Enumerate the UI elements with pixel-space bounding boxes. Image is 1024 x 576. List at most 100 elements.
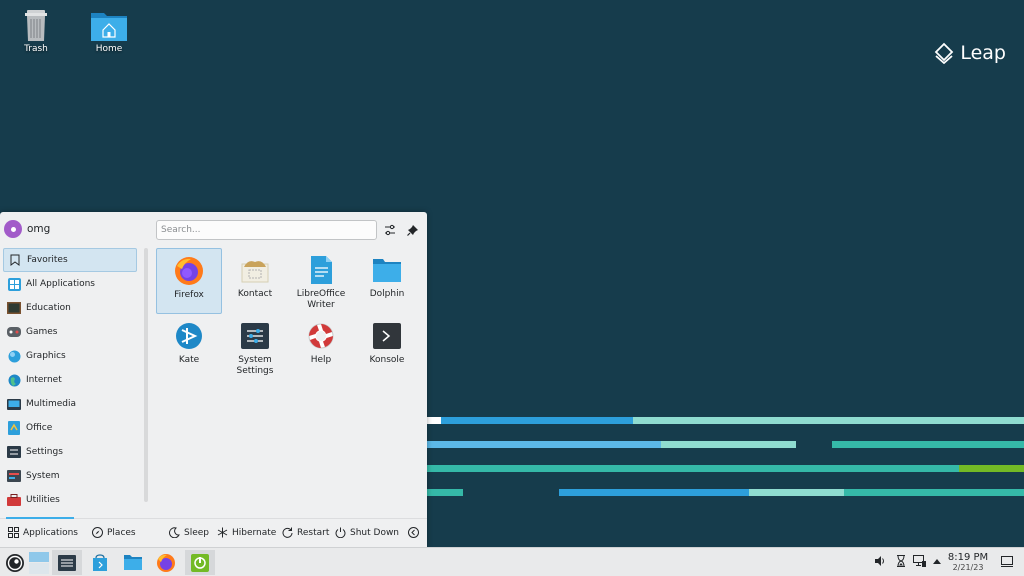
chevron-left-icon — [408, 527, 419, 538]
tab-label: Applications — [23, 527, 78, 538]
task-dolphin[interactable] — [118, 550, 148, 575]
app-firefox[interactable]: Firefox — [156, 248, 222, 314]
category-all-applications[interactable]: All Applications — [3, 272, 137, 296]
app-kate[interactable]: Kate — [156, 314, 222, 380]
category-label: Utilities — [26, 495, 60, 505]
office-icon — [7, 421, 21, 435]
category-list: Favorites All Applications Education Gam… — [3, 248, 140, 528]
leap-diamond-icon — [935, 42, 954, 64]
tab-applications[interactable]: Applications — [8, 527, 78, 538]
category-label: Settings — [26, 447, 63, 457]
app-label: Dolphin — [369, 289, 405, 299]
category-label: Office — [26, 423, 53, 433]
kontact-icon — [240, 255, 270, 285]
avatar[interactable] — [4, 220, 22, 238]
firefox-icon — [157, 553, 175, 572]
tab-places[interactable]: Places — [92, 527, 136, 538]
volume-button[interactable] — [872, 553, 888, 569]
system-settings-icon — [58, 554, 76, 571]
yast-icon — [191, 553, 209, 572]
show-desktop-button[interactable] — [999, 553, 1015, 569]
desktop-icon-home[interactable]: Home — [79, 8, 139, 54]
category-games[interactable]: Games — [3, 320, 137, 344]
category-graphics[interactable]: Graphics — [3, 344, 137, 368]
app-libreoffice-writer[interactable]: LibreOffice Writer — [288, 248, 354, 314]
app-label: Firefox — [174, 290, 204, 300]
leap-logo-text: Leap — [960, 42, 1006, 64]
hourglass-icon — [897, 555, 905, 567]
app-dolphin[interactable]: Dolphin — [354, 248, 420, 314]
sleep-label: Sleep — [184, 527, 210, 538]
app-label: LibreOffice Writer — [296, 289, 346, 310]
category-label: Favorites — [27, 255, 68, 265]
task-yast[interactable] — [185, 550, 215, 575]
taskbar: 8:19 PM 2/21/23 — [0, 547, 1024, 576]
system-settings-icon — [240, 321, 270, 351]
wallpaper-stripe — [559, 489, 749, 496]
task-discover[interactable] — [85, 550, 115, 575]
more-power-options-button[interactable] — [408, 527, 419, 538]
category-label: Internet — [26, 375, 62, 385]
restart-button[interactable]: Restart — [282, 527, 329, 538]
category-favorites[interactable]: Favorites — [3, 248, 137, 272]
trash-icon — [25, 10, 47, 41]
category-settings[interactable]: Settings — [3, 440, 137, 464]
app-label: Konsole — [369, 355, 405, 365]
hibernate-label: Hibernate — [232, 527, 277, 538]
task-firefox[interactable] — [151, 550, 181, 575]
category-label: System — [26, 471, 60, 481]
globe-icon — [7, 373, 21, 387]
digital-clock[interactable]: 8:19 PM 2/21/23 — [943, 552, 993, 573]
app-system-settings[interactable]: System Settings — [222, 314, 288, 380]
network-button[interactable] — [911, 553, 927, 569]
hibernate-button[interactable]: Hibernate — [217, 527, 276, 538]
category-label: Education — [26, 303, 71, 313]
desktop-icon-trash[interactable]: Trash — [6, 8, 66, 54]
search-input[interactable]: Search... — [156, 220, 377, 240]
power-management-button[interactable] — [893, 553, 909, 569]
app-konsole[interactable]: Konsole — [354, 314, 420, 380]
wallpaper-stripe — [427, 441, 661, 448]
app-kontact[interactable]: Kontact — [222, 248, 288, 314]
shutdown-button[interactable]: Shut Down — [335, 527, 399, 538]
launcher-header: omg Search... — [0, 212, 427, 248]
category-label: All Applications — [26, 279, 95, 289]
category-system[interactable]: System — [3, 464, 137, 488]
category-label: Games — [26, 327, 58, 337]
app-help[interactable]: Help — [288, 314, 354, 380]
dolphin-folder-icon — [124, 555, 142, 570]
show-desktop-icon — [1001, 555, 1013, 567]
category-office[interactable]: Office — [3, 416, 137, 440]
wallpaper-stripe — [959, 465, 1024, 472]
pin-button[interactable] — [404, 221, 422, 239]
leap-logo: Leap — [934, 42, 1006, 64]
opensuse-icon — [6, 553, 24, 572]
category-utilities[interactable]: Utilities — [3, 488, 137, 512]
terminal-icon — [372, 321, 402, 351]
chevron-up-icon — [933, 559, 941, 564]
category-multimedia[interactable]: Multimedia — [3, 392, 137, 416]
task-system-settings[interactable] — [52, 550, 82, 575]
graphics-icon — [7, 349, 21, 363]
category-internet[interactable]: Internet — [3, 368, 137, 392]
pager-desktop[interactable] — [24, 550, 54, 575]
wallpaper-stripe — [427, 417, 441, 424]
configure-button[interactable] — [381, 221, 399, 239]
dolphin-folder-icon — [372, 255, 402, 285]
active-tab-indicator — [6, 517, 74, 519]
restart-icon — [282, 527, 293, 538]
virtual-desktop-icon — [29, 551, 49, 574]
sleep-button[interactable]: Sleep — [169, 527, 209, 538]
category-education[interactable]: Education — [3, 296, 137, 320]
wallpaper-stripe — [427, 489, 463, 496]
speaker-icon — [875, 556, 884, 566]
bookmark-icon — [8, 253, 22, 267]
settings-icon — [7, 445, 21, 459]
multimedia-icon — [7, 397, 21, 411]
shutdown-label: Shut Down — [350, 527, 400, 538]
toolbox-icon — [7, 493, 21, 507]
gamepad-icon — [7, 325, 21, 339]
pin-icon — [407, 225, 418, 236]
category-scrollbar[interactable] — [144, 248, 148, 502]
kate-icon — [174, 321, 204, 351]
